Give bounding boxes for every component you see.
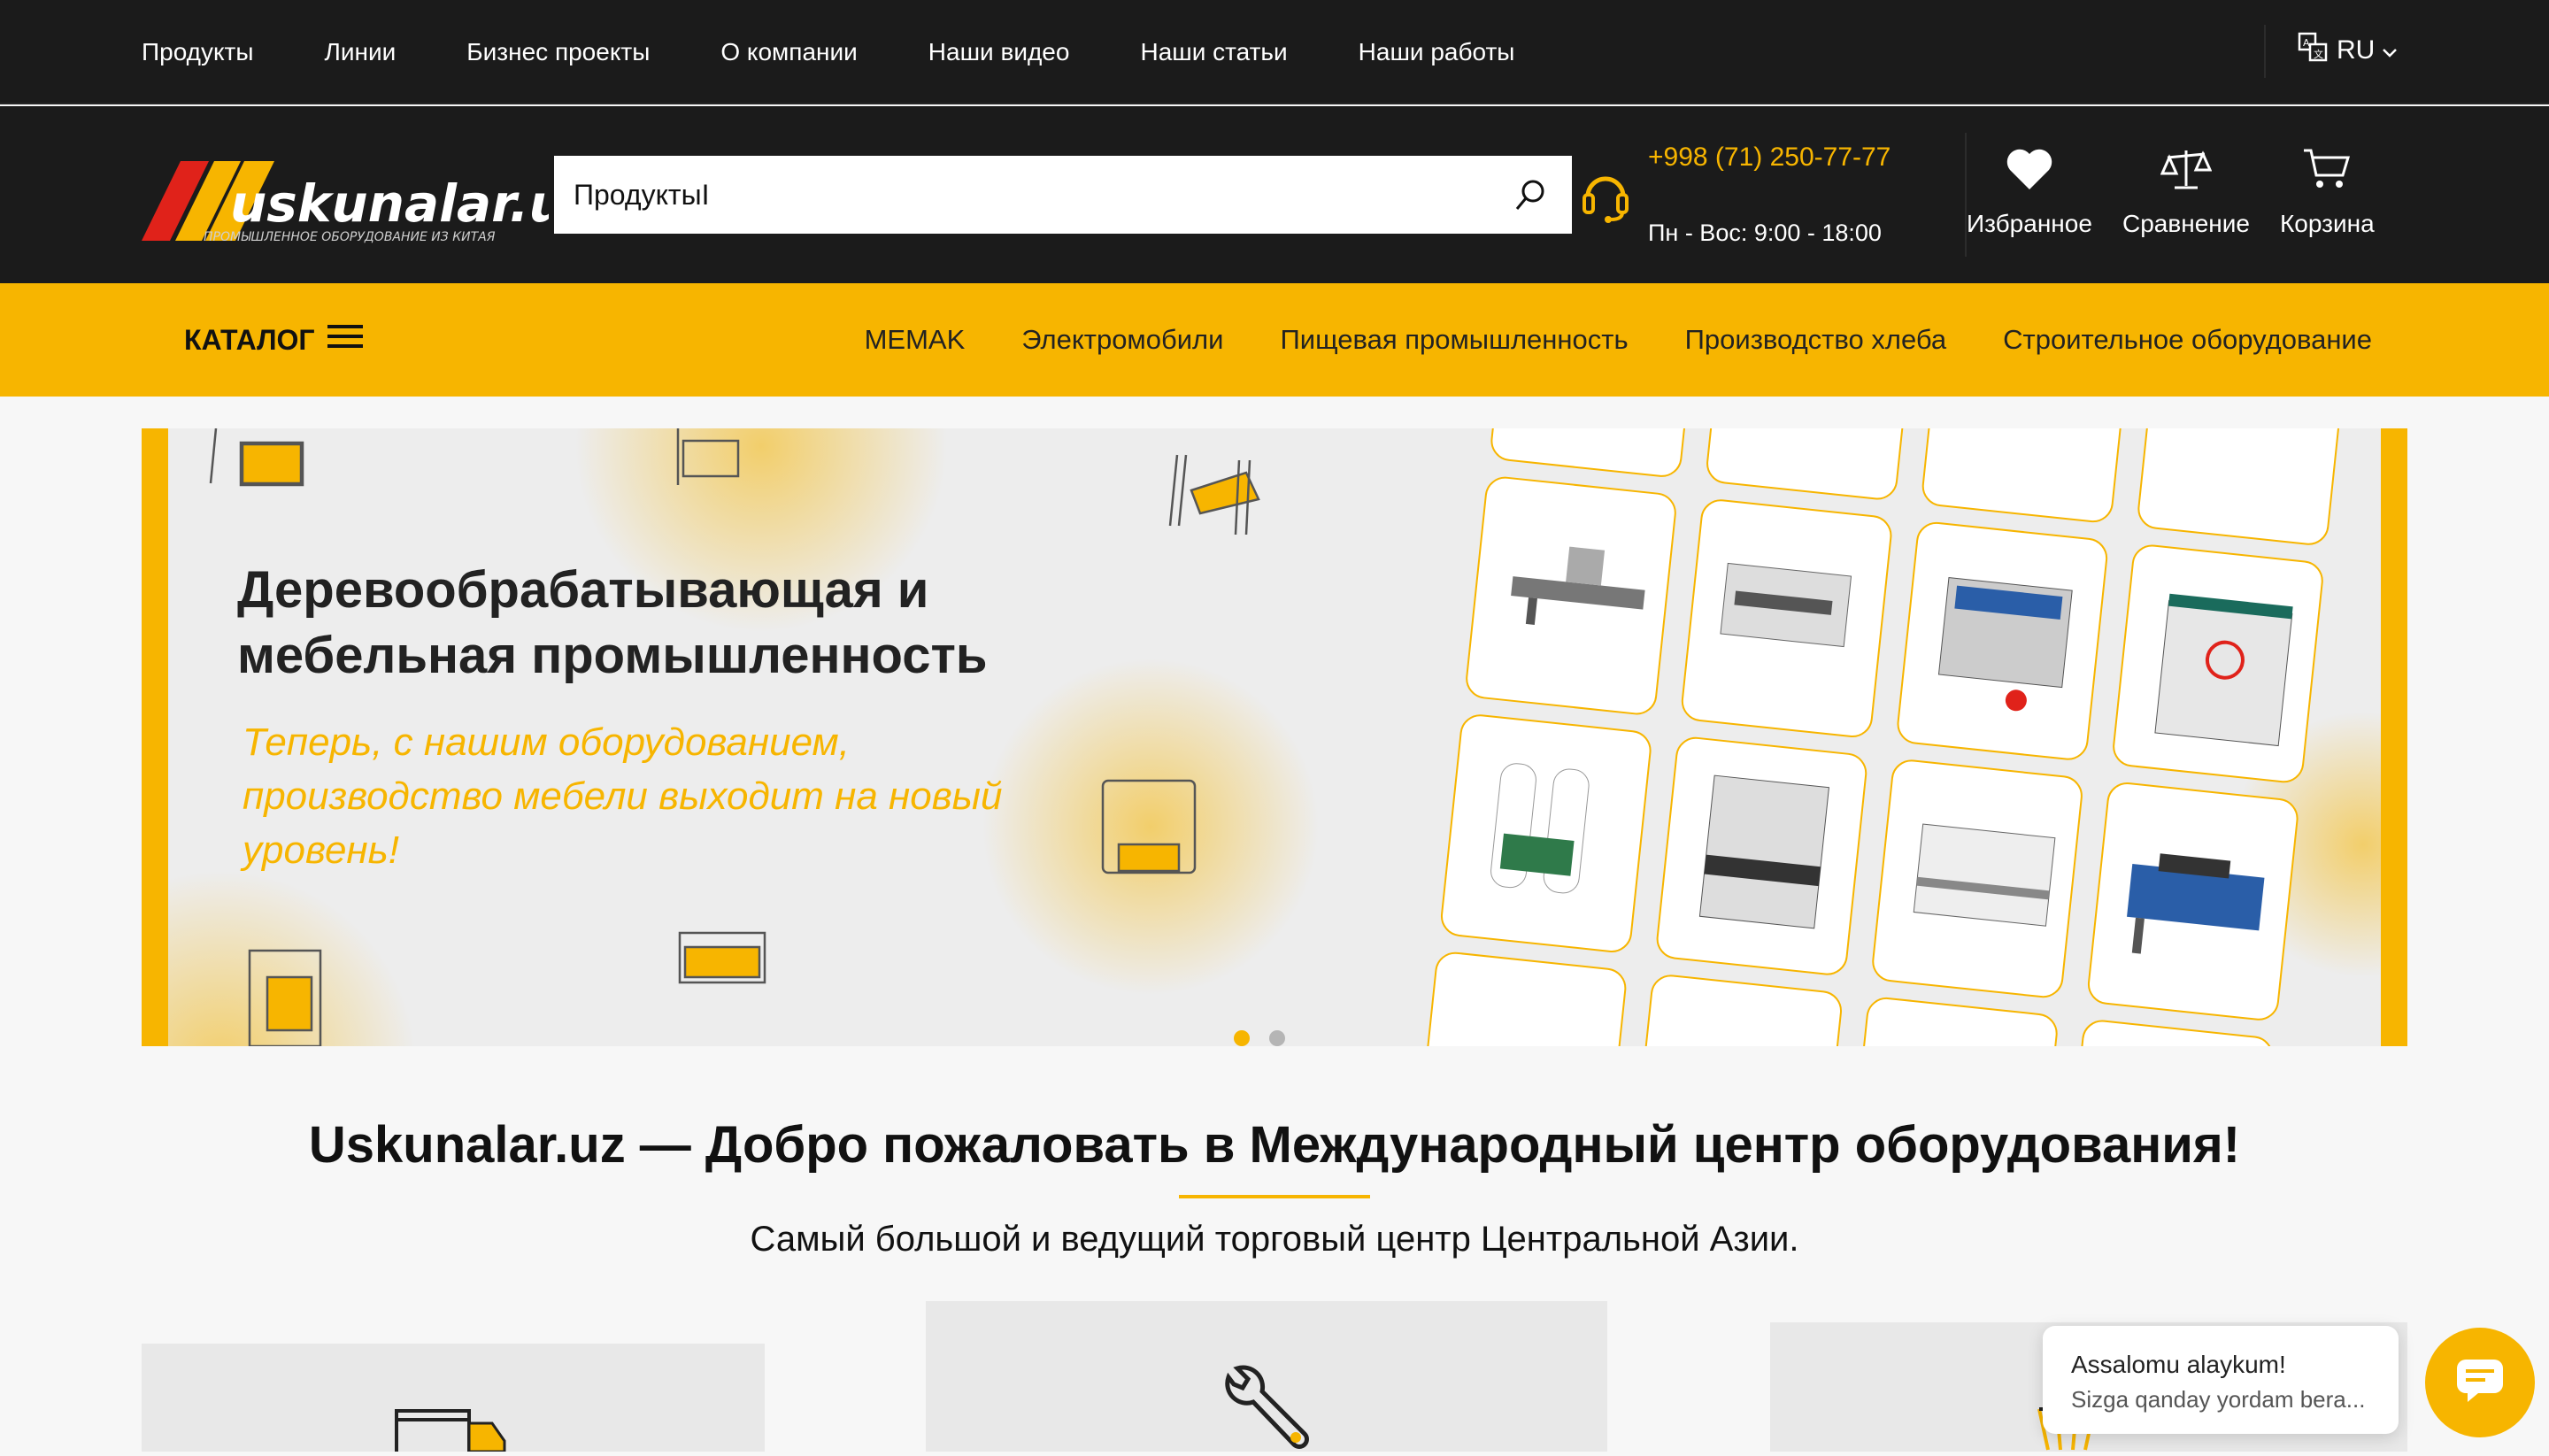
favorites-button[interactable]: Избранное (1967, 147, 2092, 238)
category-link-electromobiles[interactable]: Электромобили (1021, 324, 1223, 356)
translate-icon: A文 (2298, 32, 2328, 69)
working-hours: Пн - Вос: 9:00 - 18:00 (1648, 220, 1882, 246)
heart-icon (2005, 147, 2054, 197)
top-nav: Продукты Линии Бизнес проекты О компании… (142, 0, 1585, 104)
top-nav-lines[interactable]: Линии (325, 38, 397, 66)
language-switcher[interactable]: A文 RU (2298, 32, 2398, 69)
category-link-food-industry[interactable]: Пищевая промышленность (1280, 324, 1628, 356)
search-field[interactable]: ПродуктыI (554, 156, 1572, 234)
search-input[interactable]: ПродуктыI (574, 179, 709, 212)
top-nav-products[interactable]: Продукты (142, 38, 254, 66)
title-underline (1179, 1195, 1370, 1198)
hero-banner[interactable]: Деревообрабатывающая и мебельная промышл… (142, 428, 2407, 1046)
category-link-bread[interactable]: Производство хлеба (1685, 324, 1947, 356)
compare-button[interactable]: Сравнение (2122, 147, 2250, 238)
category-links: MEMAK Электромобили Пищевая промышленнос… (808, 283, 2372, 397)
cart-label: Корзина (2280, 210, 2375, 237)
chevron-down-icon (2382, 35, 2398, 65)
banner-title: Деревообрабатывающая и мебельная промышл… (237, 561, 988, 684)
language-label: RU (2337, 35, 2376, 65)
category-bar: КАТАЛОГ MEMAK Электромобили Пищевая пром… (0, 283, 2549, 397)
menu-icon (327, 322, 363, 358)
svg-text:文: 文 (2314, 48, 2323, 60)
slider-dot[interactable] (1269, 1030, 1285, 1046)
welcome-subtitle: Самый большой и ведущий торговый центр Ц… (750, 1220, 1799, 1259)
chat-message: Sizga qanday yordam bera... (2071, 1386, 2366, 1413)
divider (2264, 25, 2266, 78)
top-nav-business-projects[interactable]: Бизнес проекты (466, 38, 650, 66)
logo-tagline: ПРОМЫШЛЕННОЕ ОБОРУДОВАНИЕ ИЗ КИТАЯ (204, 230, 496, 244)
favorites-label: Избранное (1967, 210, 2092, 237)
category-link-construction[interactable]: Строительное оборудование (2003, 324, 2372, 356)
search-icon[interactable] (1512, 175, 1551, 219)
category-link-memak[interactable]: MEMAK (865, 324, 966, 356)
svg-text:A: A (2303, 37, 2310, 49)
chat-greeting: Assalomu alaykum! (2071, 1351, 2286, 1378)
compare-label: Сравнение (2122, 210, 2250, 237)
top-nav-videos[interactable]: Наши видео (928, 38, 1070, 66)
top-nav-articles[interactable]: Наши статьи (1140, 38, 1287, 66)
cart-button[interactable]: Корзина (2280, 147, 2375, 238)
top-bar: Продукты Линии Бизнес проекты О компании… (0, 0, 2549, 104)
slider-dot-active[interactable] (1234, 1030, 1250, 1046)
phone-number[interactable]: +998 (71) 250-77-77 (1648, 136, 1914, 178)
cart-icon (2302, 147, 2352, 197)
feature-card[interactable] (142, 1344, 765, 1456)
wrench-icon (1218, 1363, 1315, 1456)
chat-popup[interactable]: Assalomu alaykum! Sizga qanday yordam be… (2043, 1326, 2399, 1434)
top-nav-about[interactable]: О компании (720, 38, 857, 66)
banner-subtitle: Теперь, с нашим оборудованием, производс… (243, 720, 1003, 872)
feature-card[interactable] (926, 1301, 1607, 1452)
welcome-title: Uskunalar.uz — Добро пожаловать в Междун… (308, 1116, 2241, 1174)
catalog-label: КАТАЛОГ (184, 323, 315, 356)
headset-icon (1579, 166, 1632, 229)
chat-bubble-icon (2455, 1358, 2505, 1408)
svg-text:uskunalar.uz: uskunalar.uz (230, 173, 549, 234)
delivery-truck-icon (395, 1406, 510, 1456)
scales-icon (2160, 147, 2213, 197)
site-header: uskunalar.uz ПРОМЫШЛЕННОЕ ОБОРУДОВАНИЕ И… (0, 106, 2549, 283)
catalog-button[interactable]: КАТАЛОГ (184, 322, 363, 358)
slider-dots (1234, 1030, 1305, 1046)
top-nav-works[interactable]: Наши работы (1359, 38, 1515, 66)
site-logo[interactable]: uskunalar.uz ПРОМЫШЛЕННОЕ ОБОРУДОВАНИЕ И… (142, 149, 596, 248)
chat-button[interactable] (2425, 1328, 2535, 1437)
